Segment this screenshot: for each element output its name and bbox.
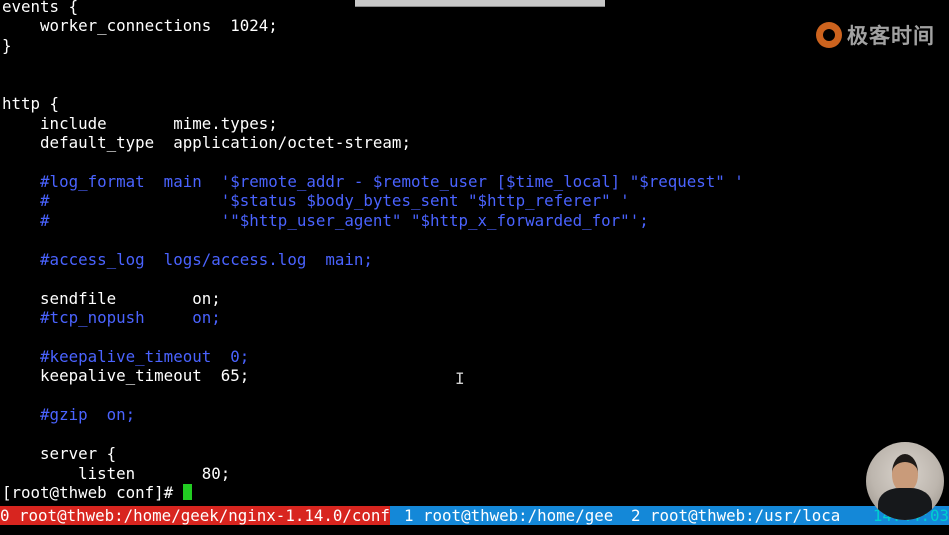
terminal-cursor — [182, 483, 192, 500]
terminal-line: include mime.types; — [2, 113, 278, 133]
terminal-line: worker_connections 1024; — [2, 16, 278, 36]
presenter-head — [892, 454, 918, 492]
terminal-comment-line: #gzip on; — [2, 405, 136, 425]
logo-text: 极客时间 — [847, 24, 935, 48]
tmux-window-tab[interactable]: 1 root@thweb:/home/gee — [404, 506, 613, 525]
geektime-logo: 极客时间 — [816, 20, 935, 50]
terminal-line: server { — [2, 444, 117, 464]
terminal-comment-line: #access_log logs/access.log main; — [2, 249, 373, 269]
terminal-line: http { — [2, 94, 60, 114]
presenter-webcam-overlay — [866, 442, 944, 520]
terminal-screen: events { worker_connections 1024;} http {… — [0, 0, 949, 535]
tmux-window-tab[interactable]: 0 root@thweb:/home/geek/nginx-1.14.0/con… — [0, 506, 390, 525]
text-cursor-ibeam-icon: I — [455, 369, 465, 388]
terminal-output[interactable]: events { worker_connections 1024;} http {… — [2, 0, 744, 502]
terminal-comment-line: # '"$http_user_agent" "$http_x_forwarded… — [2, 210, 649, 230]
tmux-status-bar: 14:44:03 0 root@thweb:/home/geek/nginx-1… — [0, 506, 949, 525]
shell-prompt-line[interactable]: [root@thweb conf]# — [2, 483, 744, 502]
terminal-line: keepalive_timeout 65; — [2, 366, 250, 386]
terminal-line: default_type application/octet-stream; — [2, 133, 411, 153]
terminal-comment-line: #tcp_nopush on; — [2, 308, 221, 327]
presenter-body — [878, 488, 932, 520]
geektime-logo-icon — [816, 22, 842, 48]
shell-prompt: [root@thweb conf]# — [2, 482, 183, 502]
tmux-window-tab[interactable]: 2 root@thweb:/usr/loca — [631, 506, 840, 525]
terminal-comment-line: #log_format main '$remote_addr - $remote… — [2, 171, 744, 191]
terminal-line: listen 80; — [2, 463, 231, 483]
terminal-line: sendfile on; — [2, 288, 221, 308]
terminal-line: events { — [2, 0, 79, 16]
terminal-comment-line: #keepalive_timeout 0; — [2, 346, 250, 366]
terminal-line: } — [2, 35, 12, 55]
terminal-comment-line: # '$status $body_bytes_sent "$http_refer… — [2, 191, 630, 211]
